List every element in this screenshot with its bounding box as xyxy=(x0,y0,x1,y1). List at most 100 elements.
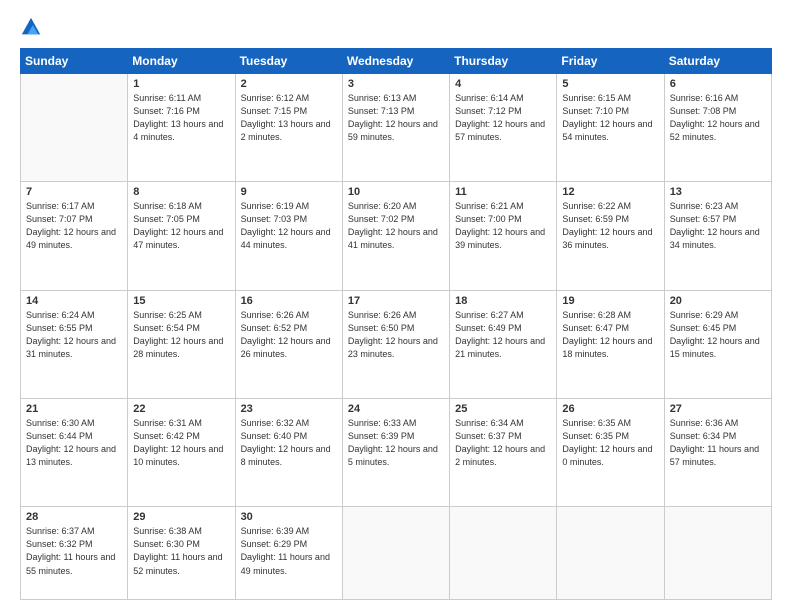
calendar-cell: 15 Sunrise: 6:25 AMSunset: 6:54 PMDayligh… xyxy=(128,290,235,398)
day-number: 23 xyxy=(241,403,337,415)
day-number: 1 xyxy=(133,78,229,90)
day-info: Sunrise: 6:22 AMSunset: 6:59 PMDaylight:… xyxy=(562,200,658,252)
weekday-header: Tuesday xyxy=(235,49,342,74)
day-number: 14 xyxy=(26,295,122,307)
day-info: Sunrise: 6:20 AMSunset: 7:02 PMDaylight:… xyxy=(348,200,444,252)
calendar-week-row: 14 Sunrise: 6:24 AMSunset: 6:55 PMDayligh… xyxy=(21,290,772,398)
calendar-cell xyxy=(342,507,449,600)
day-number: 28 xyxy=(26,511,122,523)
calendar-cell: 24Sunrise: 6:33 AMSunset: 6:39 PMDayligh… xyxy=(342,399,449,507)
day-number: 20 xyxy=(670,295,766,307)
calendar-cell: 22 Sunrise: 6:31 AMSunset: 6:42 PMDayligh… xyxy=(128,399,235,507)
day-number: 18 xyxy=(455,295,551,307)
calendar-cell: 29 Sunrise: 6:38 AMSunset: 6:30 PMDayligh… xyxy=(128,507,235,600)
day-number: 3 xyxy=(348,78,444,90)
day-number: 4 xyxy=(455,78,551,90)
day-info: Sunrise: 6:14 AMSunset: 7:12 PMDaylight:… xyxy=(455,92,551,144)
calendar-cell: 27 Sunrise: 6:36 AMSunset: 6:34 PMDayligh… xyxy=(664,399,771,507)
calendar-header: SundayMondayTuesdayWednesdayThursdayFrid… xyxy=(21,49,772,74)
calendar-week-row: 7 Sunrise: 6:17 AMSunset: 7:07 PMDaylight… xyxy=(21,182,772,290)
day-info: Sunrise: 6:24 AMSunset: 6:55 PMDaylight:… xyxy=(26,309,122,361)
day-info: Sunrise: 6:27 AMSunset: 6:49 PMDaylight:… xyxy=(455,309,551,361)
calendar-cell: 13Sunrise: 6:23 AMSunset: 6:57 PMDayligh… xyxy=(664,182,771,290)
calendar-cell: 21Sunrise: 6:30 AMSunset: 6:44 PMDayligh… xyxy=(21,399,128,507)
day-info: Sunrise: 6:36 AMSunset: 6:34 PMDaylight:… xyxy=(670,417,766,469)
calendar-cell: 12 Sunrise: 6:22 AMSunset: 6:59 PMDayligh… xyxy=(557,182,664,290)
calendar-cell: 4 Sunrise: 6:14 AMSunset: 7:12 PMDaylight… xyxy=(450,74,557,182)
day-number: 8 xyxy=(133,186,229,198)
day-number: 21 xyxy=(26,403,122,415)
weekday-header: Monday xyxy=(128,49,235,74)
day-number: 15 xyxy=(133,295,229,307)
logo-icon xyxy=(20,16,42,38)
calendar-cell: 25 Sunrise: 6:34 AMSunset: 6:37 PMDayligh… xyxy=(450,399,557,507)
day-info: Sunrise: 6:28 AMSunset: 6:47 PMDaylight:… xyxy=(562,309,658,361)
day-info: Sunrise: 6:32 AMSunset: 6:40 PMDaylight:… xyxy=(241,417,337,469)
weekday-header: Saturday xyxy=(664,49,771,74)
day-info: Sunrise: 6:26 AMSunset: 6:52 PMDaylight:… xyxy=(241,309,337,361)
day-number: 29 xyxy=(133,511,229,523)
day-number: 5 xyxy=(562,78,658,90)
header xyxy=(20,16,772,38)
calendar-cell xyxy=(450,507,557,600)
day-info: Sunrise: 6:34 AMSunset: 6:37 PMDaylight:… xyxy=(455,417,551,469)
weekday-header: Wednesday xyxy=(342,49,449,74)
weekday-header: Friday xyxy=(557,49,664,74)
day-info: Sunrise: 6:18 AMSunset: 7:05 PMDaylight:… xyxy=(133,200,229,252)
day-number: 11 xyxy=(455,186,551,198)
day-number: 9 xyxy=(241,186,337,198)
calendar-cell: 2Sunrise: 6:12 AMSunset: 7:15 PMDaylight… xyxy=(235,74,342,182)
calendar-cell: 5 Sunrise: 6:15 AMSunset: 7:10 PMDaylight… xyxy=(557,74,664,182)
day-number: 17 xyxy=(348,295,444,307)
day-number: 7 xyxy=(26,186,122,198)
day-number: 25 xyxy=(455,403,551,415)
day-number: 30 xyxy=(241,511,337,523)
day-info: Sunrise: 6:37 AMSunset: 6:32 PMDaylight:… xyxy=(26,525,122,577)
calendar-week-row: 21Sunrise: 6:30 AMSunset: 6:44 PMDayligh… xyxy=(21,399,772,507)
calendar-cell: 6 Sunrise: 6:16 AMSunset: 7:08 PMDaylight… xyxy=(664,74,771,182)
weekday-header: Sunday xyxy=(21,49,128,74)
day-info: Sunrise: 6:11 AMSunset: 7:16 PMDaylight:… xyxy=(133,92,229,144)
calendar-cell: 3 Sunrise: 6:13 AMSunset: 7:13 PMDaylight… xyxy=(342,74,449,182)
calendar-cell xyxy=(664,507,771,600)
calendar-table: SundayMondayTuesdayWednesdayThursdayFrid… xyxy=(20,48,772,600)
calendar-cell: 9 Sunrise: 6:19 AMSunset: 7:03 PMDaylight… xyxy=(235,182,342,290)
calendar-cell: 16 Sunrise: 6:26 AMSunset: 6:52 PMDayligh… xyxy=(235,290,342,398)
calendar-cell: 8 Sunrise: 6:18 AMSunset: 7:05 PMDaylight… xyxy=(128,182,235,290)
calendar-cell: 30 Sunrise: 6:39 AMSunset: 6:29 PMDayligh… xyxy=(235,507,342,600)
day-number: 6 xyxy=(670,78,766,90)
calendar-cell: 11Sunrise: 6:21 AMSunset: 7:00 PMDayligh… xyxy=(450,182,557,290)
weekday-header-row: SundayMondayTuesdayWednesdayThursdayFrid… xyxy=(21,49,772,74)
calendar-cell: 28 Sunrise: 6:37 AMSunset: 6:32 PMDayligh… xyxy=(21,507,128,600)
day-info: Sunrise: 6:25 AMSunset: 6:54 PMDaylight:… xyxy=(133,309,229,361)
day-number: 12 xyxy=(562,186,658,198)
calendar-cell: 17 Sunrise: 6:26 AMSunset: 6:50 PMDayligh… xyxy=(342,290,449,398)
day-info: Sunrise: 6:19 AMSunset: 7:03 PMDaylight:… xyxy=(241,200,337,252)
day-info: Sunrise: 6:16 AMSunset: 7:08 PMDaylight:… xyxy=(670,92,766,144)
day-number: 27 xyxy=(670,403,766,415)
day-info: Sunrise: 6:15 AMSunset: 7:10 PMDaylight:… xyxy=(562,92,658,144)
calendar-week-row: 1 Sunrise: 6:11 AMSunset: 7:16 PMDaylight… xyxy=(21,74,772,182)
day-info: Sunrise: 6:13 AMSunset: 7:13 PMDaylight:… xyxy=(348,92,444,144)
day-info: Sunrise: 6:17 AMSunset: 7:07 PMDaylight:… xyxy=(26,200,122,252)
calendar-cell: 20Sunrise: 6:29 AMSunset: 6:45 PMDayligh… xyxy=(664,290,771,398)
day-number: 16 xyxy=(241,295,337,307)
calendar-cell: 10Sunrise: 6:20 AMSunset: 7:02 PMDayligh… xyxy=(342,182,449,290)
day-info: Sunrise: 6:26 AMSunset: 6:50 PMDaylight:… xyxy=(348,309,444,361)
day-number: 22 xyxy=(133,403,229,415)
calendar-body: 1 Sunrise: 6:11 AMSunset: 7:16 PMDaylight… xyxy=(21,74,772,600)
calendar-cell: 19 Sunrise: 6:28 AMSunset: 6:47 PMDayligh… xyxy=(557,290,664,398)
calendar-cell xyxy=(557,507,664,600)
calendar-week-row: 28 Sunrise: 6:37 AMSunset: 6:32 PMDayligh… xyxy=(21,507,772,600)
logo xyxy=(20,16,46,38)
calendar-cell: 26Sunrise: 6:35 AMSunset: 6:35 PMDayligh… xyxy=(557,399,664,507)
day-number: 19 xyxy=(562,295,658,307)
day-info: Sunrise: 6:39 AMSunset: 6:29 PMDaylight:… xyxy=(241,525,337,577)
day-info: Sunrise: 6:33 AMSunset: 6:39 PMDaylight:… xyxy=(348,417,444,469)
day-info: Sunrise: 6:38 AMSunset: 6:30 PMDaylight:… xyxy=(133,525,229,577)
calendar-cell: 18 Sunrise: 6:27 AMSunset: 6:49 PMDayligh… xyxy=(450,290,557,398)
page: SundayMondayTuesdayWednesdayThursdayFrid… xyxy=(0,0,792,612)
day-info: Sunrise: 6:31 AMSunset: 6:42 PMDaylight:… xyxy=(133,417,229,469)
calendar-cell: 7 Sunrise: 6:17 AMSunset: 7:07 PMDaylight… xyxy=(21,182,128,290)
day-number: 13 xyxy=(670,186,766,198)
